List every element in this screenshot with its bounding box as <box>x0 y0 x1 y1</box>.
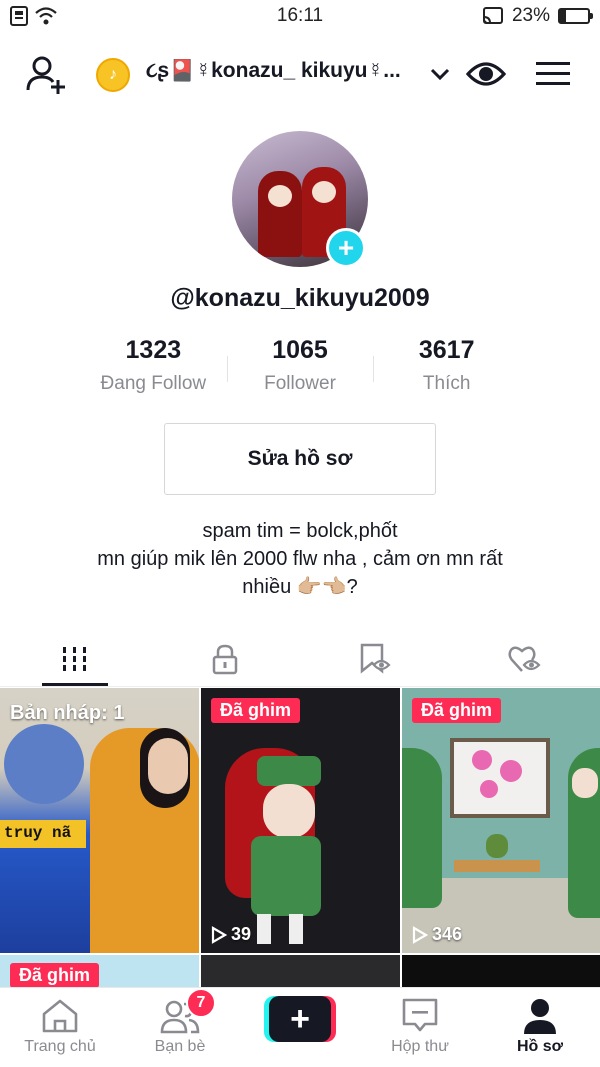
battery-percent: 23% <box>511 5 550 26</box>
bio-line: mn giúp mik lên 2000 flw nha , cảm ơn mn… <box>97 548 503 570</box>
tab-liked[interactable] <box>450 632 600 686</box>
status-bar: 16:11 23% <box>0 0 600 34</box>
stat-followers[interactable]: 1065 Follower <box>226 336 374 406</box>
status-right: 23% <box>482 5 593 27</box>
stat-likes[interactable]: 3617 Thích <box>373 336 520 406</box>
pinned-badge: Đã ghim <box>412 698 502 723</box>
pinned-badge: Đã ghim <box>211 698 301 723</box>
nav-friends-label: Bạn bè <box>154 1038 206 1055</box>
add-user-icon[interactable] <box>24 54 68 94</box>
play-icon <box>211 925 227 944</box>
tab-private[interactable] <box>150 632 300 686</box>
bio-line: spam tim = bolck,phốt <box>202 520 398 542</box>
profile-handle: @konazu_kikuyu2009 <box>170 284 430 312</box>
nav-profile-label: Hồ sơ <box>516 1038 564 1055</box>
view-count-value: 39 <box>231 924 252 944</box>
eye-icon[interactable] <box>466 58 506 90</box>
pinned-badge: Đã ghim <box>10 963 100 988</box>
tabs-divider <box>0 686 600 687</box>
menu-icon[interactable] <box>536 60 570 88</box>
profile-icon <box>524 999 556 1034</box>
create-button[interactable]: + <box>264 996 336 1042</box>
stat-followers-value: 1065 <box>272 336 328 364</box>
nav-profile[interactable]: Hồ sơ <box>480 988 600 1067</box>
nav-inbox[interactable]: Hộp thư <box>360 988 480 1067</box>
bio-line: nhiều 👉🏼👈🏼? <box>242 576 358 598</box>
tab-saved[interactable] <box>300 632 450 686</box>
stat-following-label: Đang Follow <box>100 373 207 394</box>
nav-friends[interactable]: 7 Bạn bè <box>120 988 240 1067</box>
grid-icon <box>63 647 86 671</box>
plus-icon: + <box>269 996 331 1042</box>
play-icon <box>412 925 428 944</box>
lock-icon <box>212 644 238 675</box>
stat-divider <box>373 356 375 382</box>
video-thumbnail[interactable]: Đã ghim 346 <box>402 688 600 953</box>
video-thumbnail[interactable]: Đã ghim 39 <box>201 688 400 953</box>
friends-badge: 7 <box>186 988 216 1018</box>
add-avatar-button[interactable]: + <box>326 228 366 268</box>
bottom-nav: Trang chủ 7 Bạn bè + Hộp thư Hồ sơ <box>0 987 600 1067</box>
heart-eye-icon <box>508 646 541 672</box>
battery-icon <box>558 8 593 24</box>
draft-caption: truy nã <box>4 824 72 842</box>
stat-likes-value: 3617 <box>418 336 475 364</box>
username-switcher[interactable]: ૮ʂ🎴☿konazu_ kikuyu☿... <box>146 59 418 83</box>
stat-likes-label: Thích <box>422 373 471 394</box>
bookmark-eye-icon <box>360 643 391 674</box>
stat-divider <box>226 356 228 382</box>
drafts-label: Bản nháp: 1 <box>10 702 125 724</box>
cast-icon <box>482 7 503 24</box>
view-count-value: 346 <box>432 924 463 944</box>
stat-following-value: 1323 <box>125 336 182 364</box>
profile-stats: 1323 Đang Follow 1065 Follower 3617 Thíc… <box>80 336 520 406</box>
stat-following[interactable]: 1323 Đang Follow <box>80 336 227 406</box>
nav-home-label: Trang chủ <box>24 1038 96 1055</box>
nav-inbox-label: Hộp thư <box>391 1038 449 1055</box>
top-bar: ♪ ૮ʂ🎴☿konazu_ kikuyu☿... <box>0 48 600 100</box>
coin-icon[interactable]: ♪ <box>96 58 130 92</box>
profile-bio: spam tim = bolck,phốt mn giúp mik lên 20… <box>40 517 560 601</box>
view-count: 346 <box>412 924 462 945</box>
profile-tabs <box>0 632 600 686</box>
inbox-icon <box>402 998 438 1032</box>
stat-followers-label: Follower <box>264 373 336 394</box>
edit-profile-button[interactable]: Sửa hồ sơ <box>164 423 436 495</box>
nav-home[interactable]: Trang chủ <box>0 988 120 1067</box>
tab-videos[interactable] <box>0 632 150 686</box>
home-icon <box>42 999 78 1033</box>
view-count: 39 <box>211 924 251 945</box>
chevron-down-icon[interactable] <box>428 62 452 86</box>
video-thumbnail-drafts[interactable]: truy nã Bản nháp: 1 <box>0 688 199 953</box>
